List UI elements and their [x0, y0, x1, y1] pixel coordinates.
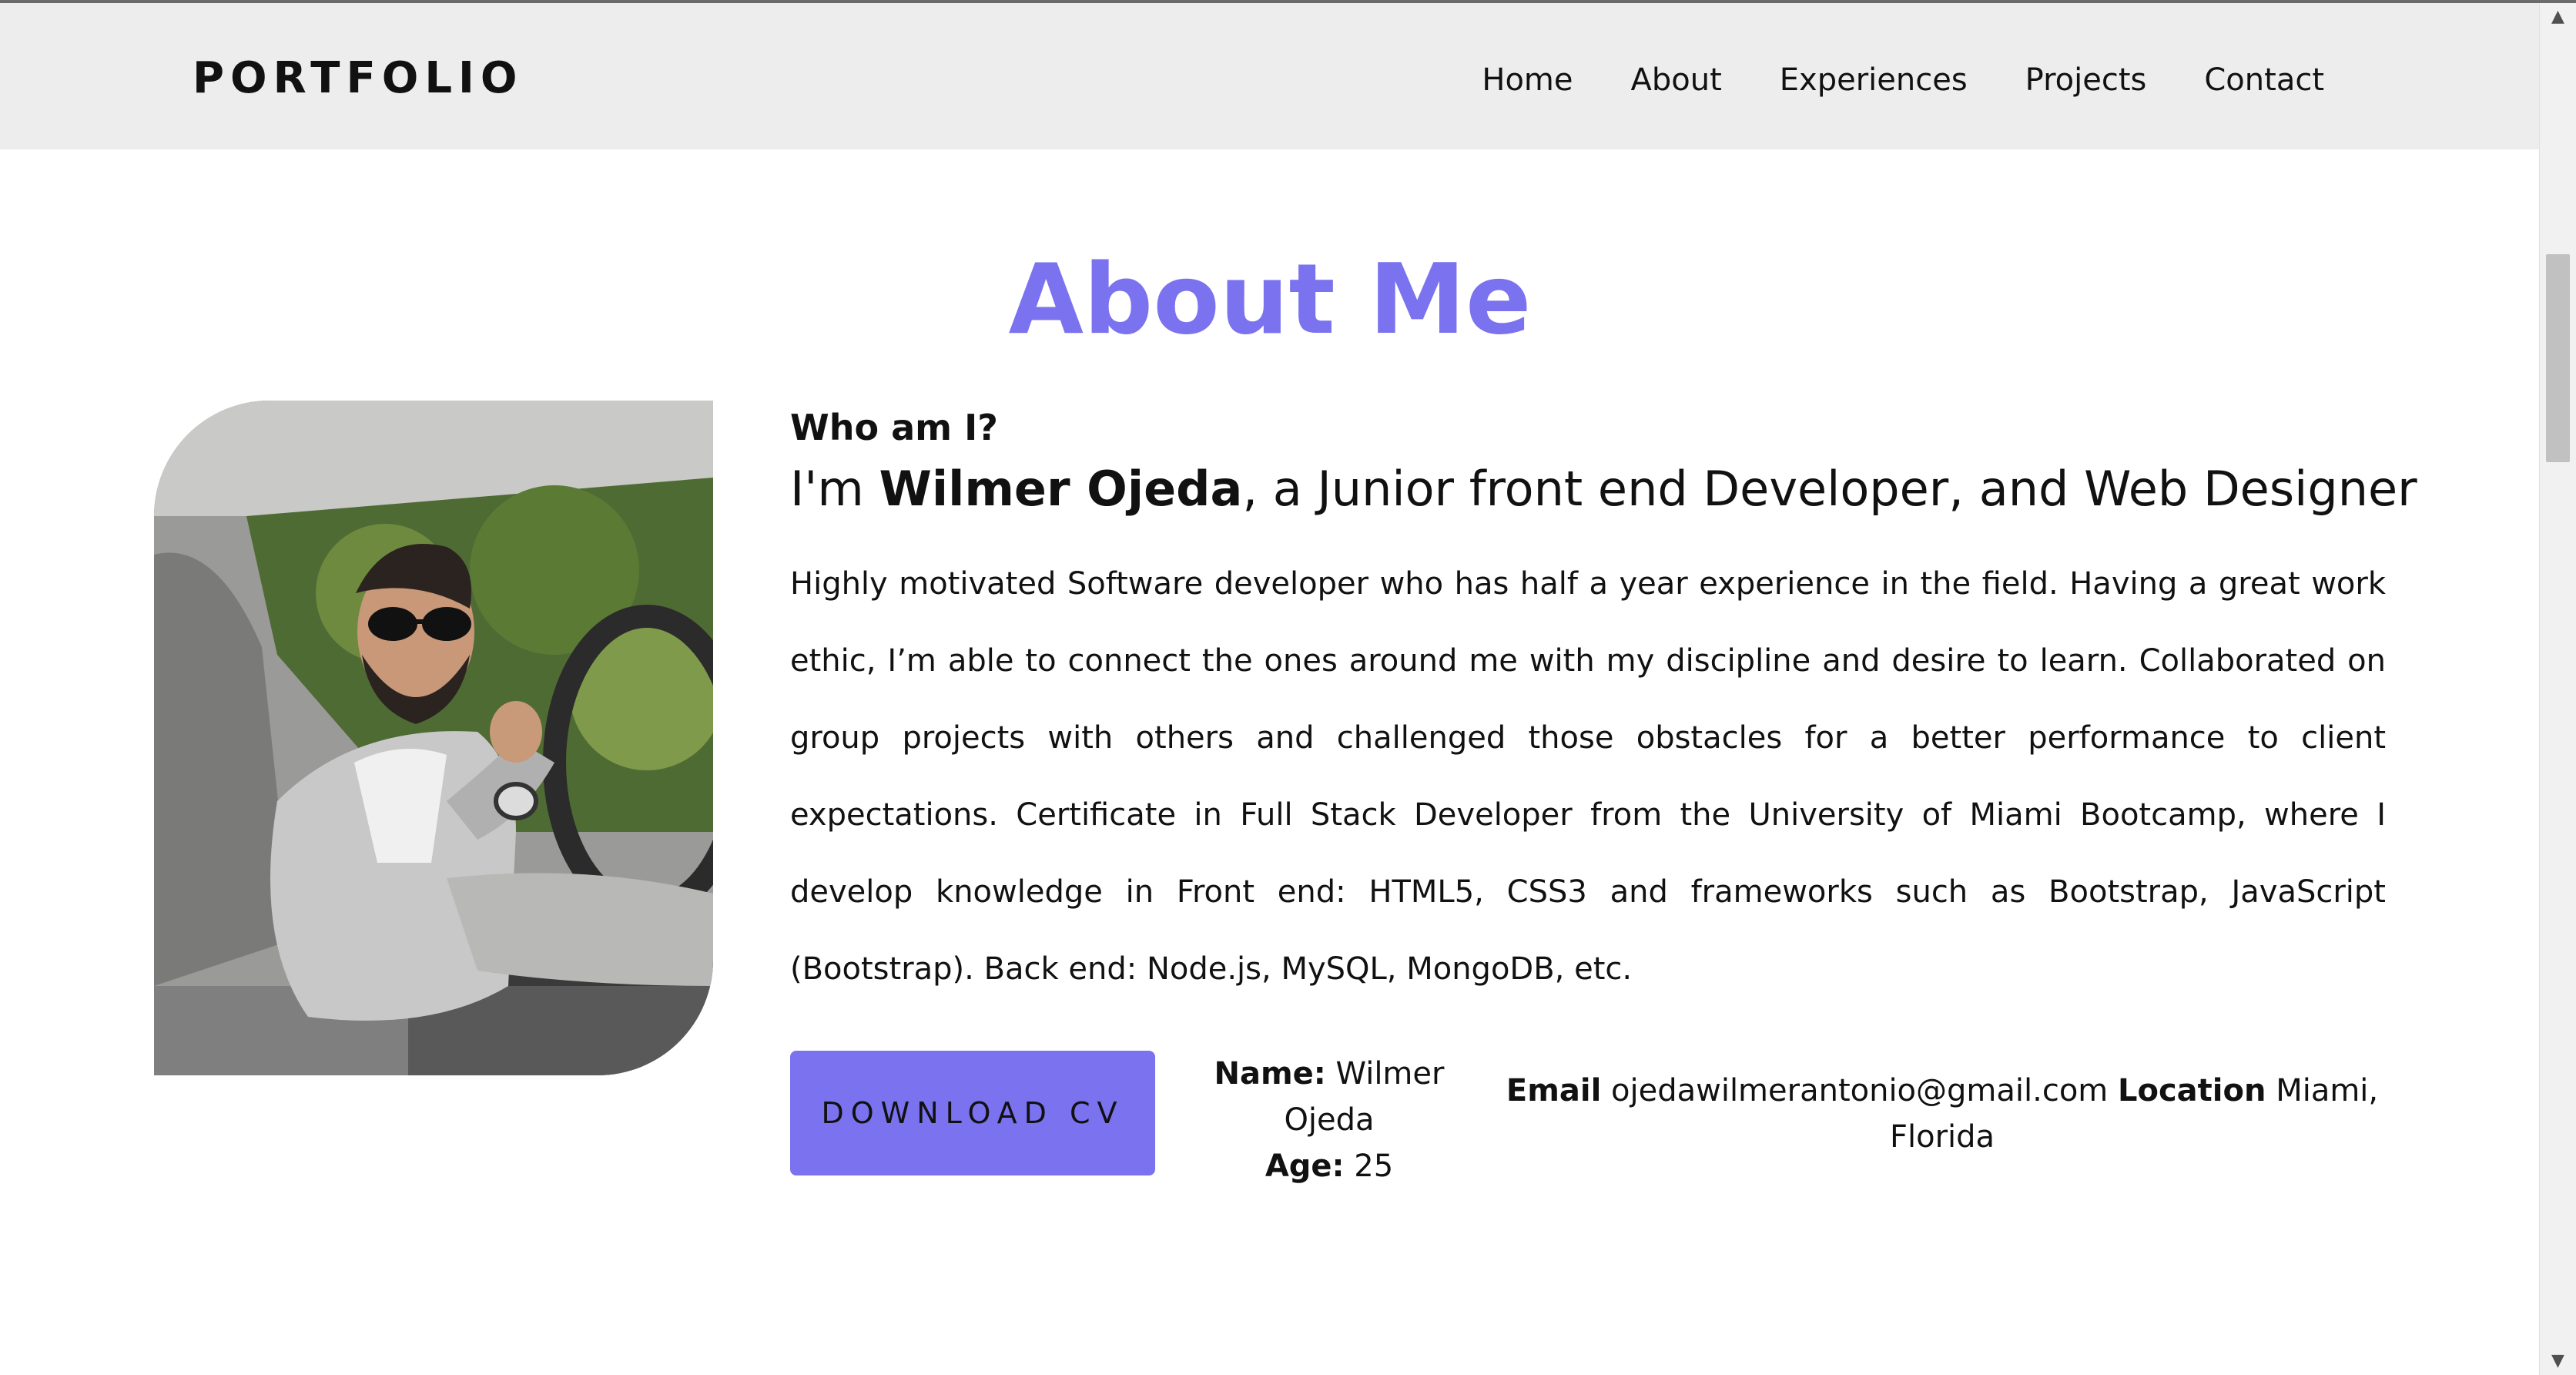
- profile-photo-illustration: [154, 401, 713, 1075]
- who-am-i-heading: Who am I?: [790, 407, 998, 448]
- bio-paragraph: Highly motivated Software developer who …: [790, 566, 2386, 987]
- contact-info: Email ojedawilmerantonio@gmail.com Locat…: [1483, 1068, 2401, 1160]
- name-label: Name:: [1214, 1056, 1326, 1092]
- nav-link-home[interactable]: Home: [1482, 62, 1573, 98]
- nav-link-about[interactable]: About: [1631, 62, 1722, 98]
- triangle-down-icon[interactable]: ▼: [2540, 1347, 2576, 1375]
- email-label: Email: [1506, 1073, 1602, 1108]
- personal-info: Name: Wilmer Ojeda Age: 25: [1175, 1051, 1483, 1189]
- intro-name: Wilmer Ojeda: [879, 461, 1243, 517]
- info-row: DOWNLOAD CV Name: Wilmer Ojeda Age: 25 E…: [790, 1051, 2386, 1189]
- brand-logo[interactable]: PORTFOLIO: [193, 48, 523, 109]
- email-value: ojedawilmerantonio@gmail.com: [1611, 1073, 2109, 1108]
- about-content: Who am I? I'm Wilmer Ojeda, a Junior fro…: [790, 401, 2417, 1184]
- intro-suffix: , a Junior front end Developer, and Web …: [1242, 461, 2417, 517]
- age-info: Age: 25: [1175, 1143, 1483, 1189]
- name-info: Name: Wilmer Ojeda: [1175, 1051, 1483, 1143]
- page-scrollbar[interactable]: ▲ ▼: [2539, 3, 2576, 1375]
- nav-link-experiences[interactable]: Experiences: [1780, 62, 1968, 98]
- age-value: 25: [1354, 1149, 1394, 1184]
- triangle-up-icon[interactable]: ▲: [2540, 3, 2576, 31]
- navbar: PORTFOLIO Home About Experiences Project…: [0, 3, 2540, 149]
- intro-prefix: I'm: [790, 461, 879, 517]
- main-nav: Home About Experiences Projects Contact: [1482, 49, 2324, 111]
- download-cv-button[interactable]: DOWNLOAD CV: [790, 1051, 1155, 1175]
- nav-link-projects[interactable]: Projects: [2025, 62, 2147, 98]
- about-section-title: About Me: [1008, 243, 1532, 357]
- nav-link-contact[interactable]: Contact: [2204, 62, 2324, 98]
- browser-viewport: PORTFOLIO Home About Experiences Project…: [0, 0, 2576, 1375]
- location-label: Location: [2118, 1073, 2266, 1108]
- scrollbar-thumb[interactable]: [2546, 254, 2570, 462]
- age-label: Age:: [1265, 1149, 1345, 1184]
- profile-photo: [154, 401, 713, 1075]
- intro-line: I'm Wilmer Ojeda, a Junior front end Dev…: [790, 454, 2417, 524]
